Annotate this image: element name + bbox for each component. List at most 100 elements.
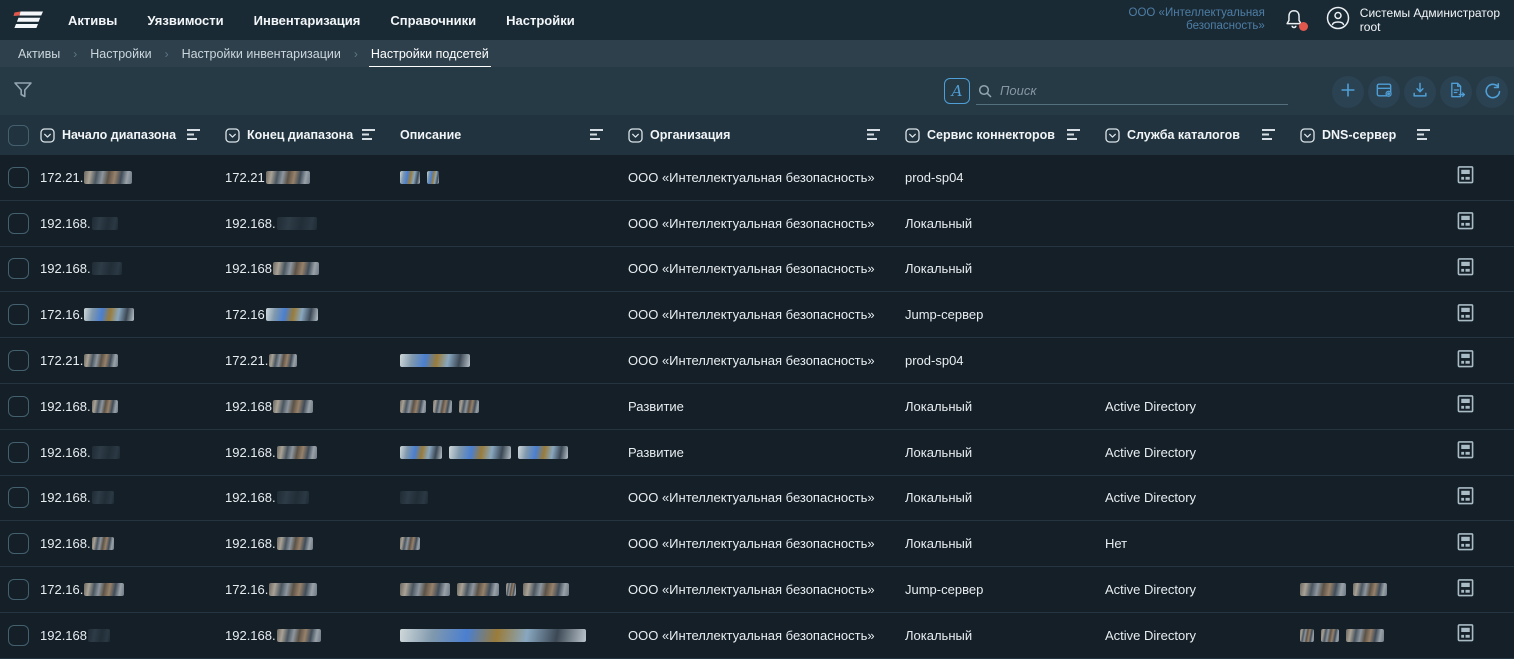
row-checkbox[interactable] (8, 396, 29, 417)
table-settings-button[interactable] (1368, 76, 1400, 108)
sort-icon[interactable] (590, 129, 604, 141)
sort-icon[interactable] (1417, 129, 1431, 141)
row-details-button[interactable] (1455, 349, 1499, 373)
row-details-button[interactable] (1455, 165, 1499, 189)
search-input[interactable] (976, 77, 1288, 105)
row-checkbox[interactable] (8, 258, 29, 279)
table-row[interactable]: 192.168.192.168.РазвитиеЛокальныйActive … (0, 430, 1514, 476)
cell-connector-service: Локальный (905, 261, 1105, 276)
logo-s-icon (12, 10, 46, 30)
toolbar: A (0, 67, 1514, 115)
table-row[interactable]: 192.168.192.168.ООО «Интеллектуальная бе… (0, 201, 1514, 247)
row-details-button[interactable] (1455, 532, 1499, 556)
row-checkbox[interactable] (8, 533, 29, 554)
download-button[interactable] (1404, 76, 1436, 108)
cell-organization: ООО «Интеллектуальная безопасность» (628, 170, 905, 185)
cell-range-start: 192.168. (40, 399, 225, 414)
table-row[interactable]: 172.21.172.21.ООО «Интеллектуальная безо… (0, 338, 1514, 384)
user-menu[interactable]: Системы Администратор root (1325, 5, 1500, 36)
table-row[interactable]: 192.168.192.168.ООО «Интеллектуальная бе… (0, 476, 1514, 522)
sort-icon[interactable] (1067, 129, 1081, 141)
nav-item-vulnerabilities[interactable]: Уязвимости (147, 13, 223, 28)
row-details-button[interactable] (1455, 257, 1499, 281)
row-details-button[interactable] (1455, 394, 1499, 418)
row-details-button[interactable] (1455, 486, 1499, 510)
ip-prefix: 192.168. (40, 399, 91, 414)
row-checkbox[interactable] (8, 579, 29, 600)
cell-range-end: 192.168. (225, 490, 400, 505)
row-checkbox[interactable] (8, 213, 29, 234)
notifications-button[interactable] (1283, 7, 1307, 33)
select-all-checkbox[interactable] (8, 125, 29, 146)
column-type-icon (628, 128, 643, 143)
app-logo[interactable] (8, 10, 50, 30)
breadcrumb: Активы›Настройки›Настройки инвентаризаци… (0, 40, 1514, 67)
table-row[interactable]: 192.168.192.168ООО «Интеллектуальная без… (0, 247, 1514, 293)
table-row[interactable]: 172.21.172.21ООО «Интеллектуальная безоп… (0, 155, 1514, 201)
plus-icon (1338, 80, 1358, 105)
table-row[interactable]: 172.16.172.16.ООО «Интеллектуальная безо… (0, 567, 1514, 613)
cell-directory-service: Active Directory (1105, 490, 1300, 505)
table-row[interactable]: 172.16.172.16ООО «Интеллектуальная безоп… (0, 292, 1514, 338)
sort-icon[interactable] (187, 129, 201, 141)
sort-icon[interactable] (362, 129, 376, 141)
ip-prefix: 192.168 (225, 399, 272, 414)
cell-organization: ООО «Интеллектуальная безопасность» (628, 261, 905, 276)
breadcrumb-item-assets[interactable]: Активы (18, 47, 60, 61)
ip-prefix: 192.168. (225, 536, 276, 551)
breadcrumb-item-settings[interactable]: Настройки (90, 47, 151, 61)
row-details-button[interactable] (1455, 303, 1499, 327)
cell-description (400, 354, 628, 367)
card-view-icon (1457, 532, 1474, 556)
table-gear-icon (1374, 80, 1394, 105)
refresh-button[interactable] (1476, 76, 1508, 108)
redacted-text (277, 629, 321, 642)
cell-organization: Развитие (628, 399, 905, 414)
table-row[interactable]: 192.168.192.168. ООО «Интеллектуальная бе… (0, 521, 1514, 567)
row-details-button[interactable] (1455, 440, 1499, 464)
nav-item-assets[interactable]: Активы (68, 13, 117, 28)
redacted-text (84, 171, 132, 184)
sort-icon[interactable] (867, 129, 881, 141)
row-checkbox[interactable] (8, 625, 29, 646)
cell-organization: ООО «Интеллектуальная безопасность» (628, 353, 905, 368)
cell-organization: ООО «Интеллектуальная безопасность» (628, 536, 905, 551)
table-header: Начало диапазонаКонец диапазонаОписаниеО… (0, 115, 1514, 155)
row-checkbox[interactable] (8, 442, 29, 463)
text-search-mode-button[interactable]: A (944, 78, 970, 104)
row-details-button[interactable] (1455, 578, 1499, 602)
notification-badge (1299, 22, 1308, 31)
table-row[interactable]: 192.168.192.168РазвитиеЛокальныйActive D… (0, 384, 1514, 430)
table-row[interactable]: 192.168192.168.ООО «Интеллектуальная без… (0, 613, 1514, 659)
nav-item-settings[interactable]: Настройки (506, 13, 575, 28)
card-view-icon (1457, 394, 1474, 418)
row-checkbox[interactable] (8, 350, 29, 371)
add-button[interactable] (1332, 76, 1364, 108)
nav-item-inventory[interactable]: Инвентаризация (254, 13, 361, 28)
breadcrumb-item-subnet-settings[interactable]: Настройки подсетей (371, 47, 489, 61)
table-body: 172.21.172.21ООО «Интеллектуальная безоп… (0, 155, 1514, 659)
redacted-text (88, 629, 110, 642)
row-checkbox-cell (8, 213, 40, 234)
filter-button[interactable] (13, 81, 33, 104)
redacted-text (277, 537, 313, 550)
sort-icon[interactable] (1262, 129, 1276, 141)
cell-description (400, 446, 628, 459)
cell-range-start: 172.21. (40, 170, 225, 185)
column-type-icon (905, 128, 920, 143)
row-checkbox[interactable] (8, 304, 29, 325)
row-checkbox[interactable] (8, 167, 29, 188)
row-details-button[interactable] (1455, 211, 1499, 235)
breadcrumb-item-inventory-settings[interactable]: Настройки инвентаризации (182, 47, 341, 61)
nav-item-directories[interactable]: Справочники (390, 13, 476, 28)
row-checkbox-cell (8, 167, 40, 188)
card-view-icon (1457, 165, 1474, 189)
column-label: Конец диапазона (247, 128, 353, 142)
cell-range-start: 192.168. (40, 536, 225, 551)
column-header-6: Служба каталогов (1105, 128, 1300, 143)
cell-range-start: 172.16. (40, 307, 225, 322)
breadcrumb-separator: › (354, 47, 358, 61)
export-report-button[interactable] (1440, 76, 1472, 108)
row-details-button[interactable] (1455, 623, 1499, 647)
row-checkbox[interactable] (8, 487, 29, 508)
